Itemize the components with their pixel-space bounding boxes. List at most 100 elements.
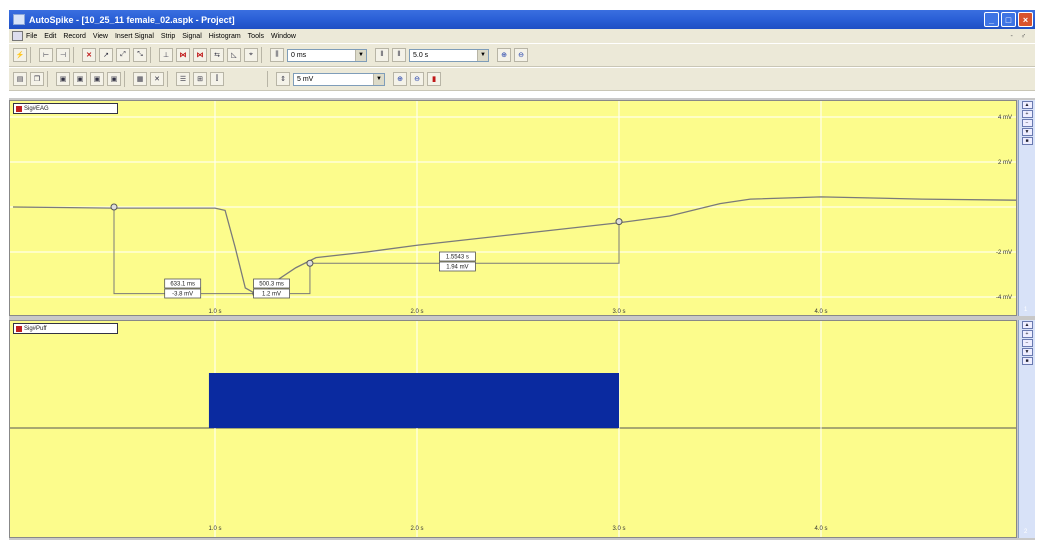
scroll-down-button[interactable]: ▼ bbox=[1021, 128, 1033, 136]
mdi-window-controls[interactable]: - ♂ bbox=[1010, 33, 1029, 40]
open-icon[interactable]: ▤ bbox=[13, 72, 27, 86]
scale-icon[interactable]: ◺ bbox=[227, 48, 241, 62]
maximize-button[interactable]: □ bbox=[1001, 12, 1016, 27]
measurement-dv: -3.8 mV bbox=[172, 292, 193, 298]
cursor-alt-icon[interactable]: ⤡ bbox=[133, 48, 147, 62]
fit-button[interactable]: ■ bbox=[1021, 357, 1033, 365]
menu-strip[interactable]: Strip bbox=[161, 33, 175, 40]
measurement-dt: 633.1 ms bbox=[170, 282, 195, 288]
menu-tools[interactable]: Tools bbox=[248, 33, 264, 40]
measure-icon[interactable]: ⌖ bbox=[244, 48, 258, 62]
zoom-in-icon[interactable]: ⊕ bbox=[393, 72, 407, 86]
move-marker-icon[interactable]: ⊣ bbox=[56, 48, 70, 62]
zoom-in-button[interactable]: + bbox=[1021, 330, 1033, 338]
align-icon[interactable]: ⊥ bbox=[159, 48, 173, 62]
menu-view[interactable]: View bbox=[93, 33, 108, 40]
timebase-alt-icon[interactable]: ⫴ bbox=[392, 48, 406, 62]
scroll-down-button[interactable]: ▼ bbox=[1021, 348, 1033, 356]
fit-alt-icon[interactable]: ▣ bbox=[73, 72, 87, 86]
autoscale-icon[interactable]: ▮ bbox=[427, 72, 441, 86]
zoom-in-button[interactable]: + bbox=[1021, 110, 1033, 118]
insert-marker-icon[interactable]: ⊢ bbox=[39, 48, 53, 62]
offset-value: 0 ms bbox=[291, 51, 307, 59]
amplitude-combo[interactable]: 5 mV ▼ bbox=[293, 72, 385, 86]
fit-window-icon[interactable]: ▣ bbox=[107, 72, 121, 86]
tile-icon[interactable]: ⊞ bbox=[193, 72, 207, 86]
cursor-marker bbox=[306, 259, 314, 267]
panel-number: 2 bbox=[1024, 529, 1028, 535]
title-bar: AutoSpike - [10_25_11 female_02.aspk - P… bbox=[9, 10, 1035, 29]
zoom-in-icon[interactable]: ⊕ bbox=[497, 48, 511, 62]
menu-record[interactable]: Record bbox=[63, 33, 86, 40]
scroll-up-button[interactable]: ▲ bbox=[1021, 321, 1033, 329]
channel-icon bbox=[16, 325, 22, 332]
measurement-dv: 1.94 mV bbox=[446, 265, 468, 271]
channel-panel-puff[interactable]: 1.0 s 2.0 s 3.0 s 4.0 s Sig#Puff bbox=[9, 320, 1017, 538]
close-button[interactable]: × bbox=[1018, 12, 1033, 27]
window-title: AutoSpike - [10_25_11 female_02.aspk - P… bbox=[29, 14, 235, 25]
menu-edit[interactable]: Edit bbox=[44, 33, 56, 40]
shift-icon[interactable]: ⇆ bbox=[210, 48, 224, 62]
toolbar-secondary: ▤ ❐ ▣ ▣ ▣ ▣ ▦ ✕ ☰ ⊞ ⫿ ⇕ 5 mV ▼ ⊕ ⊖ ▮ bbox=[9, 67, 1035, 91]
chevron-down-icon[interactable]: ▼ bbox=[373, 73, 384, 85]
grid-icon[interactable]: ▦ bbox=[133, 72, 147, 86]
delete-marker-icon[interactable]: ✕ bbox=[82, 48, 96, 62]
offset-combo[interactable]: 0 ms ▼ bbox=[287, 48, 367, 62]
chevron-down-icon[interactable]: ▼ bbox=[477, 49, 488, 61]
arrow-icon[interactable]: ↗ bbox=[99, 48, 113, 62]
eag-plot[interactable]: 4 mV 2 mV -2 mV -4 mV 1.0 s 2.0 s 3.0 s 4.0 s 63… bbox=[10, 101, 1016, 315]
offset-icon[interactable]: ⫼ bbox=[270, 48, 284, 62]
scroll-up-button[interactable]: ▲ bbox=[1021, 101, 1033, 109]
x-tick-label: 2.0 s bbox=[410, 526, 423, 532]
amplitude-icon[interactable]: ⇕ bbox=[276, 72, 290, 86]
split-icon[interactable]: ⫿ bbox=[210, 72, 224, 86]
cursor-icon[interactable]: ⤢ bbox=[116, 48, 130, 62]
fit-icon[interactable]: ▣ bbox=[56, 72, 70, 86]
y-tick-label: -2 mV bbox=[996, 250, 1012, 256]
zoom-out-button[interactable]: − bbox=[1021, 339, 1033, 347]
cursor-marker bbox=[615, 218, 623, 226]
measurement-dt: 500.3 ms bbox=[259, 282, 284, 288]
chevron-down-icon[interactable]: ▼ bbox=[355, 49, 366, 61]
signal-trace bbox=[12, 196, 1016, 295]
document-icon[interactable] bbox=[12, 31, 23, 41]
cut-right-icon[interactable]: ⋈ bbox=[193, 48, 207, 62]
cut-left-icon[interactable]: ⋈ bbox=[176, 48, 190, 62]
y-tick-label: -4 mV bbox=[996, 295, 1012, 301]
zoom-out-icon[interactable]: ⊖ bbox=[514, 48, 528, 62]
channel-label-eag[interactable]: Sig#EAG bbox=[13, 103, 118, 114]
y-tick-label: 4 mV bbox=[998, 115, 1012, 121]
measurement-dt: 1.5543 s bbox=[446, 255, 469, 261]
menu-signal[interactable]: Signal bbox=[182, 33, 201, 40]
menu-histogram[interactable]: Histogram bbox=[209, 33, 241, 40]
timebase-icon[interactable]: ⫴ bbox=[375, 48, 389, 62]
cursor-marker bbox=[110, 203, 118, 211]
record-icon[interactable]: ⚡ bbox=[13, 48, 27, 62]
timebase-combo[interactable]: 5.0 s ▼ bbox=[409, 48, 489, 62]
menu-insert-signal[interactable]: Insert Signal bbox=[115, 33, 154, 40]
remove-icon[interactable]: ✕ bbox=[150, 72, 164, 86]
timebase-value: 5.0 s bbox=[413, 51, 429, 59]
menu-window[interactable]: Window bbox=[271, 33, 296, 40]
menu-file[interactable]: File bbox=[26, 33, 37, 40]
zoom-out-button[interactable]: − bbox=[1021, 119, 1033, 127]
channel-label-puff[interactable]: Sig#Puff bbox=[13, 323, 118, 334]
fit-button[interactable]: ■ bbox=[1021, 137, 1033, 145]
x-tick-label: 3.0 s bbox=[612, 309, 625, 315]
panel-number: 1 bbox=[1024, 307, 1028, 313]
zoom-out-icon[interactable]: ⊖ bbox=[410, 72, 424, 86]
puff-plot[interactable]: 1.0 s 2.0 s 3.0 s 4.0 s bbox=[10, 321, 1016, 537]
copy-icon[interactable]: ❐ bbox=[30, 72, 44, 86]
scrollbar-channel-1[interactable]: ▲ + − ▼ ■ 1 bbox=[1018, 100, 1035, 316]
x-tick-label: 1.0 s bbox=[208, 309, 221, 315]
stack-icon[interactable]: ☰ bbox=[176, 72, 190, 86]
menu-bar: File Edit Record View Insert Signal Stri… bbox=[9, 29, 1035, 43]
fit-all-icon[interactable]: ▣ bbox=[90, 72, 104, 86]
channel-panel-eag[interactable]: 4 mV 2 mV -2 mV -4 mV 1.0 s 2.0 s 3.0 s 4.0 s 63… bbox=[9, 100, 1017, 316]
toolbar-main: ⚡ ⊢ ⊣ ✕ ↗ ⤢ ⤡ ⊥ ⋈ ⋈ ⇆ ◺ ⌖ ⫼ 0 ms ▼ ⫴ ⫴ 5… bbox=[9, 43, 1035, 67]
channel-icon bbox=[16, 105, 22, 112]
scrollbar-channel-2[interactable]: ▲ + − ▼ ■ 2 bbox=[1018, 320, 1035, 538]
minimize-button[interactable]: _ bbox=[984, 12, 999, 27]
x-tick-label: 3.0 s bbox=[612, 526, 625, 532]
x-tick-label: 2.0 s bbox=[410, 309, 423, 315]
